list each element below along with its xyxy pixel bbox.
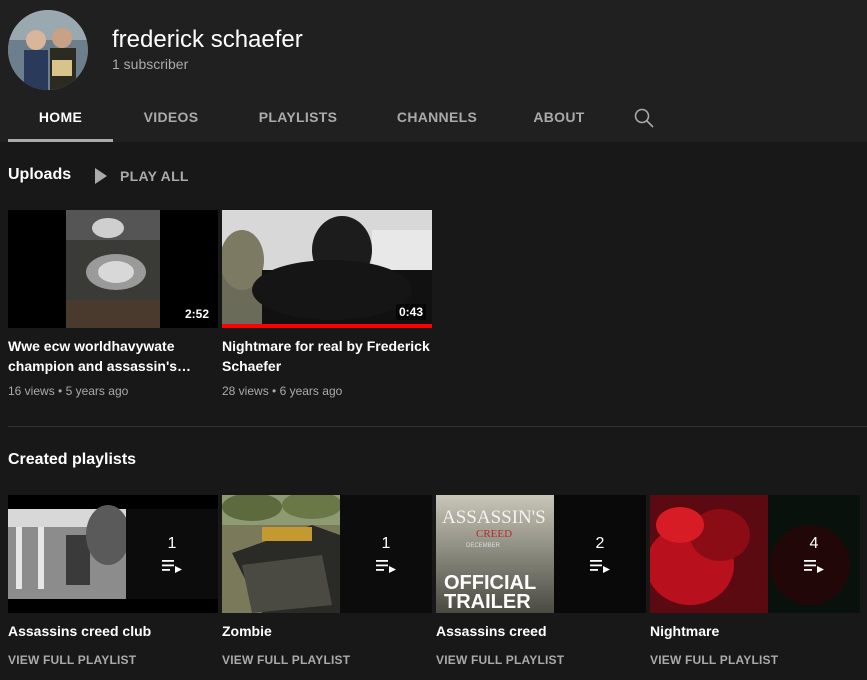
channel-avatar[interactable] — [8, 10, 88, 90]
playlist-card[interactable]: 4 Nightmare VIEW FULL PLAYLIST — [650, 495, 860, 667]
playlist-icon — [162, 560, 182, 573]
video-card[interactable]: 2:52 Wwe ecw worldhavywate champion and … — [8, 210, 218, 398]
tab-home[interactable]: HOME — [8, 96, 113, 142]
playlist-card[interactable]: 1 Zombie VIEW FULL PLAYLIST — [222, 495, 432, 667]
video-card[interactable]: 0:43 Nightmare for real by Frederick Sch… — [222, 210, 432, 398]
playlist-overlay: 1 — [126, 495, 218, 613]
video-title[interactable]: Wwe ecw worldhavywate champion and assas… — [8, 336, 218, 376]
tab-playlists[interactable]: PLAYLISTS — [229, 96, 367, 142]
tab-videos[interactable]: VIDEOS — [113, 96, 229, 142]
video-age: 5 years ago — [65, 384, 129, 398]
video-meta: 16 views • 5 years ago — [8, 384, 218, 398]
video-title[interactable]: Nightmare for real by Frederick Schaefer — [222, 336, 432, 376]
play-icon — [95, 168, 107, 184]
playlists-title[interactable]: Created playlists — [8, 451, 136, 469]
channel-tabs: HOME VIDEOS PLAYLISTS CHANNELS ABOUT — [8, 96, 669, 142]
playlist-title[interactable]: Assassins creed — [436, 623, 646, 639]
video-views: 16 views — [8, 384, 55, 398]
thumb-text-assassins: ASSASSIN'S — [442, 507, 546, 528]
playlist-thumbnail[interactable]: 4 — [650, 495, 860, 613]
playlist-thumbnail[interactable]: ASSASSIN'S CREED DECEMBER OFFICIAL TRAIL… — [436, 495, 646, 613]
playlist-overlay: 1 — [340, 495, 432, 613]
thumb-text-december: DECEMBER — [466, 543, 501, 549]
playlist-thumbnail[interactable]: 1 — [222, 495, 432, 613]
playlist-icon — [590, 560, 610, 573]
tab-about[interactable]: ABOUT — [507, 96, 611, 142]
playlist-count: 1 — [167, 535, 177, 552]
channel-header: frederick schaefer 1 subscriber HOME VID… — [0, 0, 867, 142]
channel-name: frederick schaefer — [112, 26, 303, 53]
video-thumbnail[interactable]: 2:52 — [8, 210, 218, 328]
playlist-card[interactable]: ASSASSIN'S CREED DECEMBER OFFICIAL TRAIL… — [436, 495, 646, 667]
playlist-icon — [376, 560, 396, 573]
search-icon — [634, 108, 654, 128]
watch-progress-bar — [222, 324, 432, 328]
meta-separator: • — [272, 384, 280, 398]
thumb-text-trailer: TRAILER — [444, 591, 531, 613]
uploads-title[interactable]: Uploads — [8, 166, 71, 184]
playlist-title[interactable]: Zombie — [222, 623, 432, 639]
playlist-title[interactable]: Assassins creed club — [8, 623, 218, 639]
view-full-playlist-link[interactable]: VIEW FULL PLAYLIST — [222, 653, 432, 667]
playlist-overlay: 4 — [768, 495, 860, 613]
meta-separator: • — [58, 384, 66, 398]
view-full-playlist-link[interactable]: VIEW FULL PLAYLIST — [8, 653, 218, 667]
video-age: 6 years ago — [279, 384, 343, 398]
video-duration: 0:43 — [395, 304, 426, 320]
subscriber-count: 1 subscriber — [112, 56, 189, 72]
video-thumbnail[interactable]: 0:43 — [222, 210, 432, 328]
playlist-card[interactable]: 1 Assassins creed club VIEW FULL PLAYLIS… — [8, 495, 218, 667]
playlist-title[interactable]: Nightmare — [650, 623, 860, 639]
view-full-playlist-link[interactable]: VIEW FULL PLAYLIST — [650, 653, 860, 667]
section-divider — [8, 426, 867, 427]
playlist-count: 4 — [809, 535, 819, 552]
playlist-count: 1 — [381, 535, 391, 552]
playlist-thumbnail[interactable]: 1 — [8, 495, 218, 613]
playlist-count: 2 — [595, 535, 605, 552]
search-button[interactable] — [619, 96, 669, 139]
playlist-icon — [804, 560, 824, 573]
tab-channels[interactable]: CHANNELS — [367, 96, 507, 142]
video-meta: 28 views • 6 years ago — [222, 384, 432, 398]
thumb-text-creed: CREED — [476, 528, 512, 540]
play-all-button[interactable]: PLAY ALL — [94, 166, 189, 186]
video-views: 28 views — [222, 384, 269, 398]
playlist-overlay: 2 — [554, 495, 646, 613]
video-duration: 2:52 — [181, 306, 212, 322]
play-all-label: PLAY ALL — [120, 168, 189, 184]
view-full-playlist-link[interactable]: VIEW FULL PLAYLIST — [436, 653, 646, 667]
